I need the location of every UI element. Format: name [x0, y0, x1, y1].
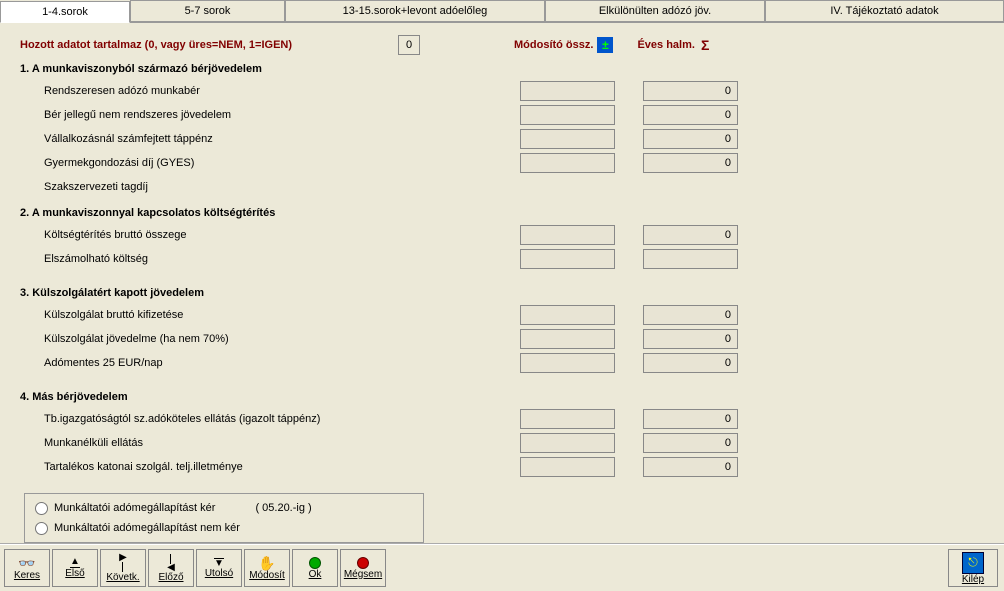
options-group: Munkáltatói adómegállapítást kér ( 05.20… [24, 493, 424, 543]
s2-r2-label: Elszámolható költség [20, 253, 490, 265]
s1-r3-label: Vállalkozásnál számfejtett táppénz [20, 133, 490, 145]
s1-r2-label: Bér jellegű nem rendszeres jövedelem [20, 109, 490, 121]
s1-r1-label: Rendszeresen adózó munkabér [20, 85, 490, 97]
last-icon: ▼ [214, 558, 224, 568]
radio-megallapitast-ker[interactable] [35, 502, 48, 515]
s3-r1-yr-field[interactable] [643, 305, 738, 325]
ok-label: Ok [309, 569, 322, 580]
s1-r4-yr-field[interactable] [643, 153, 738, 173]
section-4-head: 4. Más bérjövedelem [20, 391, 988, 403]
green-circle-icon [309, 557, 321, 569]
prev-label: Előző [158, 572, 183, 583]
s3-r1-label: Külszolgálat bruttó kifizetése [20, 309, 490, 321]
hand-icon: ✋ [258, 556, 275, 570]
s2-r2-mod-field[interactable] [520, 249, 615, 269]
next-label: Követk. [106, 572, 139, 583]
tab-13-15-sorok[interactable]: 13-15.sorok+levont adóelőleg [285, 0, 545, 22]
cancel-button[interactable]: Mégsem [340, 549, 386, 587]
s1-r3-yr-field[interactable] [643, 129, 738, 149]
s1-r3-mod-field[interactable] [520, 129, 615, 149]
s4-r3-label: Tartalékos katonai szolgál. telj.illetmé… [20, 461, 490, 473]
modosito-label: Módosító össz. [514, 39, 593, 51]
s4-r2-label: Munkanélküli ellátás [20, 437, 490, 449]
section-1-head: 1. A munkaviszonyból származó bérjövedel… [20, 63, 988, 75]
tab-5-7-sorok[interactable]: 5-7 sorok [130, 0, 285, 22]
s3-r3-yr-field[interactable] [643, 353, 738, 373]
hozott-label: Hozott adatot tartalmaz (0, vagy üres=NE… [20, 39, 398, 51]
opt2-label: Munkáltatói adómegállapítást nem kér [54, 522, 240, 534]
hozott-value-button[interactable]: 0 [398, 35, 420, 55]
s1-r2-yr-field[interactable] [643, 105, 738, 125]
s4-r1-mod-field[interactable] [520, 409, 615, 429]
bottom-toolbar: 👓 Keres ▲ Első ▶ Követk. ◀ Előző ▼ Utols… [0, 543, 1004, 591]
prev-button[interactable]: ◀ Előző [148, 549, 194, 587]
tab-tajekoztato[interactable]: IV. Tájékoztató adatok [765, 0, 1004, 22]
s3-r3-label: Adómentes 25 EUR/nap [20, 357, 490, 369]
s3-r2-yr-field[interactable] [643, 329, 738, 349]
next-button[interactable]: ▶ Követk. [100, 549, 146, 587]
s4-r1-label: Tb.igazgatóságtól sz.adóköteles ellátás … [20, 413, 490, 425]
tab-elkulonulten[interactable]: Elkülönülten adózó jöv. [545, 0, 765, 22]
opt1-note: ( 05.20.-ig ) [255, 502, 311, 514]
s1-r4-mod-field[interactable] [520, 153, 615, 173]
s1-r4-label: Gyermekgondozási díj (GYES) [20, 157, 490, 169]
s2-r1-mod-field[interactable] [520, 225, 615, 245]
last-label: Utolsó [205, 568, 233, 579]
s3-r2-mod-field[interactable] [520, 329, 615, 349]
s1-r5-label: Szakszervezeti tagdíj [20, 181, 490, 193]
sigma-icon[interactable]: Σ [701, 37, 709, 53]
search-label: Keres [14, 570, 40, 581]
last-button[interactable]: ▼ Utolsó [196, 549, 242, 587]
s1-r1-yr-field[interactable] [643, 81, 738, 101]
binoculars-icon: 👓 [18, 556, 35, 570]
first-button[interactable]: ▲ Első [52, 549, 98, 587]
next-icon: ▶ [119, 554, 127, 572]
s1-r1-mod-field[interactable] [520, 81, 615, 101]
s4-r2-mod-field[interactable] [520, 433, 615, 453]
first-icon: ▲ [70, 558, 80, 568]
tab-1-4-sorok[interactable]: 1-4.sorok [0, 1, 130, 23]
section-3-head: 3. Külszolgálatért kapott jövedelem [20, 287, 988, 299]
s4-r3-yr-field[interactable] [643, 457, 738, 477]
exit-icon: ⎋ [962, 552, 984, 574]
s1-r2-mod-field[interactable] [520, 105, 615, 125]
red-circle-icon [357, 557, 369, 569]
s4-r2-yr-field[interactable] [643, 433, 738, 453]
section-2-head: 2. A munkaviszonnyal kapcsolatos költség… [20, 207, 988, 219]
radio-megallapitast-nem-ker[interactable] [35, 522, 48, 535]
edit-label: Módosít [249, 570, 285, 581]
modosito-icon[interactable]: ± [597, 37, 613, 53]
edit-button[interactable]: ✋ Módosít [244, 549, 290, 587]
page-content: Hozott adatot tartalmaz (0, vagy üres=NE… [0, 22, 1004, 522]
s2-r2-yr-field[interactable] [643, 249, 738, 269]
opt1-label: Munkáltatói adómegállapítást kér [54, 502, 215, 514]
search-button[interactable]: 👓 Keres [4, 549, 50, 587]
prev-icon: ◀ [167, 554, 175, 572]
s4-r3-mod-field[interactable] [520, 457, 615, 477]
ok-button[interactable]: Ok [292, 549, 338, 587]
exit-label: Kilép [962, 574, 984, 585]
s4-r1-yr-field[interactable] [643, 409, 738, 429]
tab-bar: 1-4.sorok 5-7 sorok 13-15.sorok+levont a… [0, 0, 1004, 22]
s2-r1-yr-field[interactable] [643, 225, 738, 245]
header-row: Hozott adatot tartalmaz (0, vagy üres=NE… [20, 35, 988, 55]
s3-r3-mod-field[interactable] [520, 353, 615, 373]
s2-r1-label: Költségtérítés bruttó összege [20, 229, 490, 241]
cancel-label: Mégsem [344, 569, 382, 580]
exit-button[interactable]: ⎋ Kilép [948, 549, 998, 587]
first-label: Első [65, 568, 84, 579]
s3-r2-label: Külszolgálat jövedelme (ha nem 70%) [20, 333, 490, 345]
s3-r1-mod-field[interactable] [520, 305, 615, 325]
eves-halm-label: Éves halm. [637, 39, 694, 51]
